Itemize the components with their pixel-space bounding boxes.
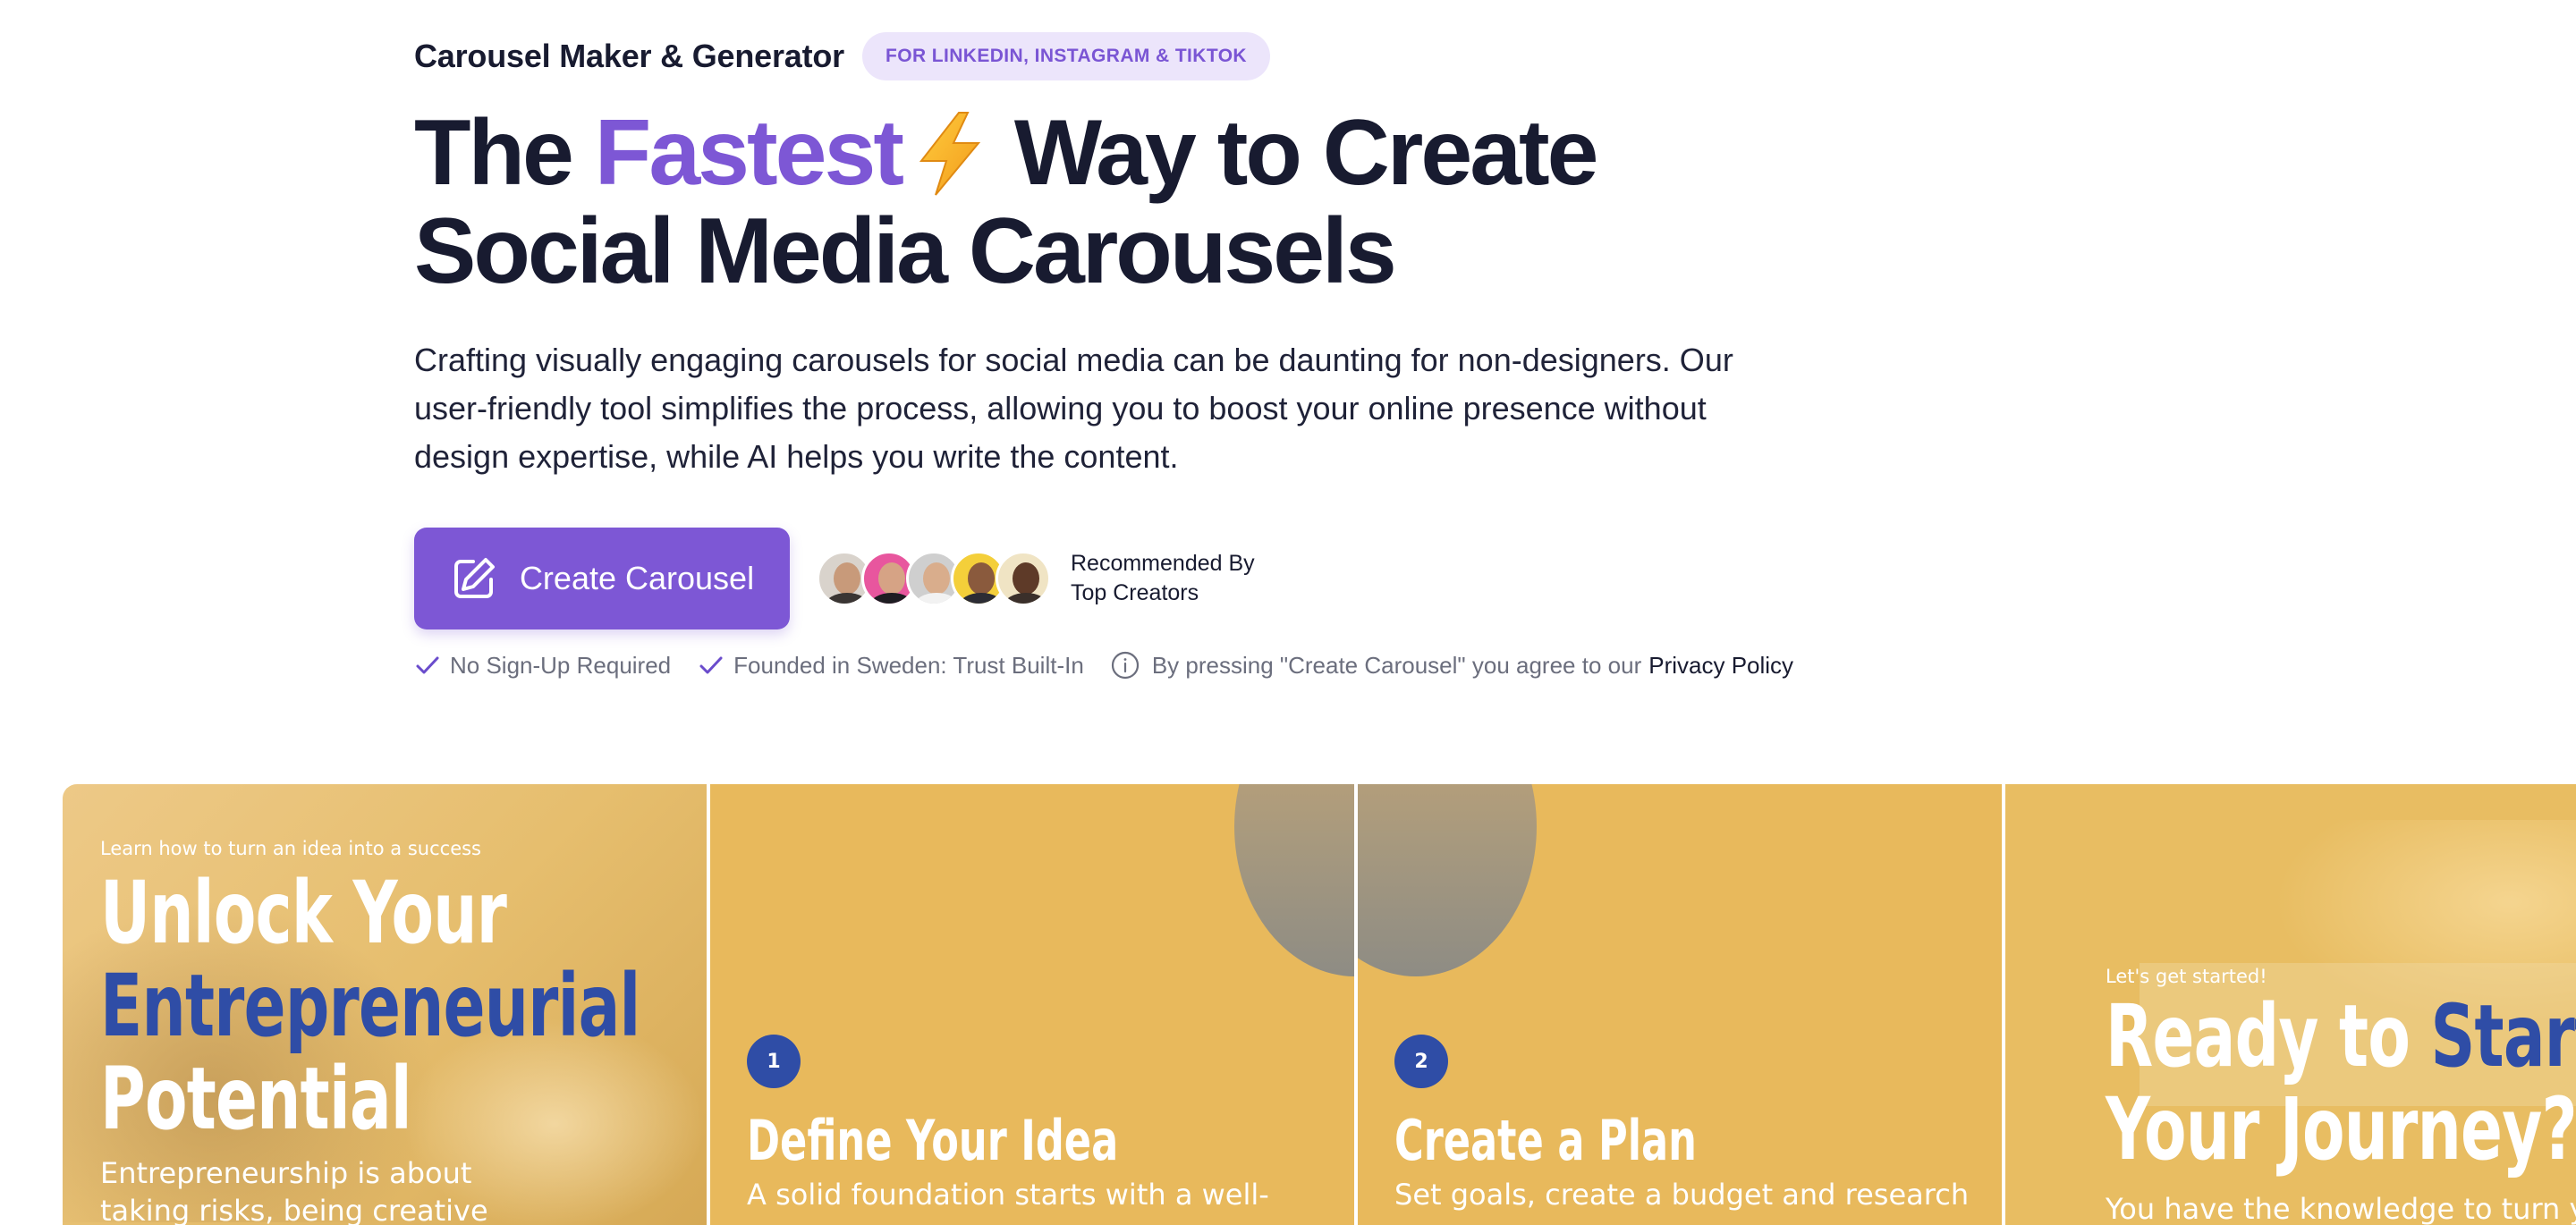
slide-title-line: Entrepreneurial (100, 956, 640, 1056)
decorative-circle (1234, 784, 1354, 976)
hero-description: Crafting visually engaging carousels for… (414, 342, 1733, 475)
slide-title: Ready to Start Your Journey? (2106, 990, 2576, 1176)
slide-body-line: Entrepreneurship is about (100, 1156, 472, 1190)
headline-part1: The (414, 101, 595, 205)
carousel-slide: 1 Define Your Idea A solid foundation st… (710, 784, 1354, 1225)
trust-item-label: No Sign-Up Required (450, 651, 672, 679)
carousel-slide: Learn how to turn an idea into a success… (63, 784, 707, 1225)
creator-avatars (817, 551, 1051, 606)
check-icon (699, 656, 723, 674)
edit-icon (453, 558, 495, 598)
step-title: Define Your Idea (747, 1108, 1119, 1173)
create-carousel-label: Create Carousel (519, 560, 755, 596)
page: Carousel Maker & Generator FOR LINKEDIN,… (0, 0, 2576, 1225)
check-icon (416, 656, 439, 674)
consent-text: By pressing "Create Carousel" you agree … (1151, 651, 1642, 679)
info-icon (1111, 651, 1139, 680)
eyebrow-title: Carousel Maker & Generator (414, 38, 844, 74)
trust-item: No Sign-Up Required (414, 652, 671, 680)
step-body: A solid foundation starts with a well- (747, 1178, 1269, 1212)
step-number-badge: 2 (1394, 1035, 1448, 1088)
slide-title-accent: Start (2430, 986, 2576, 1086)
slide-kicker: Learn how to turn an idea into a success (100, 838, 481, 859)
consent-notice: By pressing "Create Carousel" you agree … (1111, 651, 1793, 680)
slide-title-line: Unlock Your (100, 863, 507, 963)
eyebrow-row: Carousel Maker & Generator FOR LINKEDIN,… (414, 30, 2024, 82)
hero-section: Carousel Maker & Generator FOR LINKEDIN,… (414, 30, 2024, 680)
trust-item: Founded in Sweden: Trust Built-In (698, 652, 1084, 680)
headline-line2: Social Media Carousels (414, 199, 1397, 303)
slide-title: Unlock Your Entrepreneurial Potential (100, 866, 640, 1145)
slide-kicker: Let's get started! (2106, 966, 2267, 987)
carousel-preview: Learn how to turn an idea into a success… (63, 784, 2576, 1225)
slide-title-part: Ready to (2106, 986, 2431, 1086)
step-body: Set goals, create a budget and research (1394, 1178, 1970, 1212)
slide-title-line: Potential (100, 1049, 412, 1149)
trust-row: No Sign-Up Required Founded in Sweden: T… (414, 651, 2024, 680)
step-title: Create a Plan (1394, 1108, 1697, 1173)
decorative-circle (1358, 784, 1537, 976)
slide-title-line: Your Journey? (2106, 1079, 2576, 1179)
carousel-slide: 2 Create a Plan Set goals, create a budg… (1358, 784, 2002, 1225)
recommended-line2: Top Creators (1071, 580, 1199, 605)
lightning-bolt-icon (919, 112, 981, 196)
step-number-badge: 1 (747, 1035, 801, 1088)
slide-body: You have the knowledge to turn your (2106, 1192, 2576, 1225)
carousel-slide: Let's get started! Ready to Start Your J… (2005, 784, 2576, 1225)
headline-part2: Way to Create (990, 101, 1599, 205)
avatar (996, 551, 1051, 606)
slide-body: Entrepreneurship is about taking risks, … (100, 1154, 488, 1225)
headline-accent: Fastest (594, 101, 904, 205)
privacy-policy-link[interactable]: Privacy Policy (1648, 652, 1793, 680)
page-title: The Fastest Way to Create Social Media C… (414, 104, 2024, 300)
slide-body-line: taking risks, being creative (100, 1194, 488, 1225)
recommended-line1: Recommended By (1071, 551, 1255, 576)
trust-item-label: Founded in Sweden: Trust Built-In (733, 651, 1084, 679)
platform-badge: FOR LINKEDIN, INSTAGRAM & TIKTOK (861, 32, 1270, 80)
cta-row: Create Carousel Recommended By Top Creat… (414, 528, 2024, 629)
create-carousel-button[interactable]: Create Carousel (414, 528, 790, 629)
recommended-by-text: Recommended By Top Creators (1071, 549, 1255, 608)
